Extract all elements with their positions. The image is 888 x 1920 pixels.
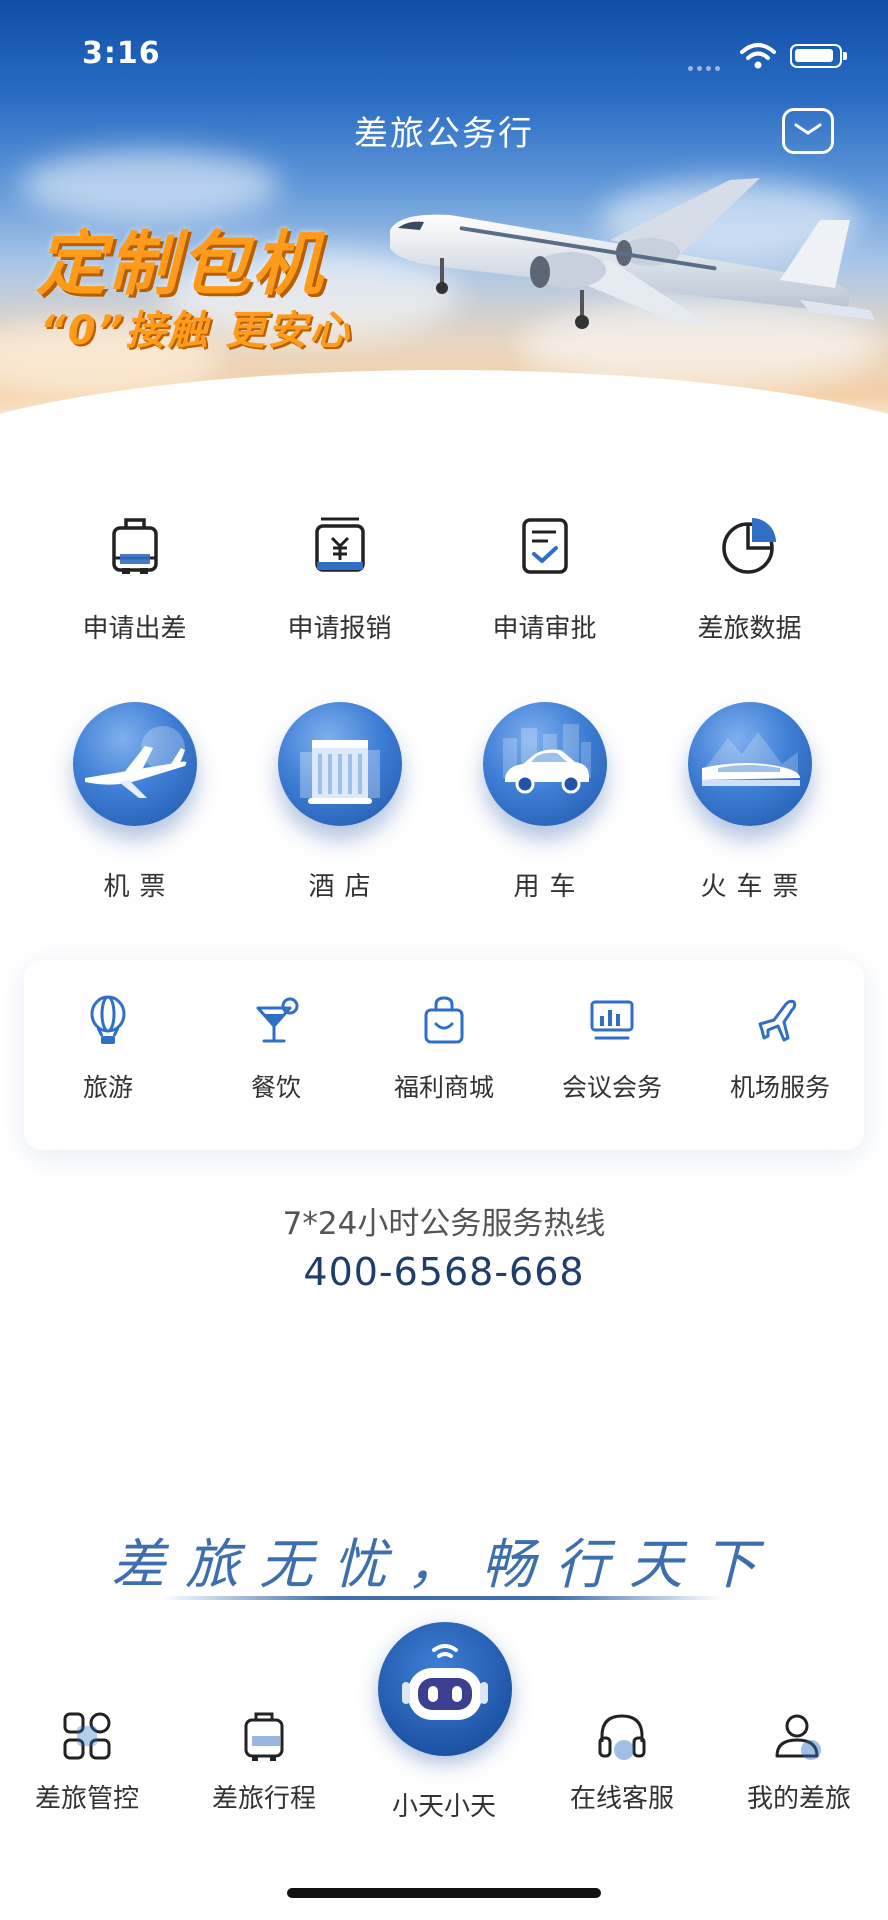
wifi-icon (740, 43, 776, 69)
home-indicator[interactable] (287, 1888, 601, 1898)
signal-icon (688, 56, 730, 71)
nav-label: 差旅管控 (34, 1784, 139, 1814)
extra-service-label: 餐饮 (250, 1073, 301, 1102)
plane-icon (758, 999, 797, 1042)
page-title: 差旅公务行 (354, 114, 534, 154)
airplane-icon (84, 726, 186, 798)
presentation-screen-icon (590, 1000, 634, 1040)
apply-approval-button[interactable]: 申请审批 (442, 510, 647, 645)
robot-assistant-icon (402, 1644, 488, 1720)
quick-action-label: 申请报销 (287, 614, 392, 644)
service-hotel[interactable]: 酒店 (237, 702, 442, 903)
quick-action-label: 申请审批 (492, 614, 597, 644)
service-label: 机票 (103, 872, 176, 902)
nav-assistant-button[interactable] (378, 1622, 512, 1756)
service-conference[interactable]: 会议会务 (528, 994, 696, 1104)
mail-icon (794, 123, 822, 135)
slogan: 差旅无忧，畅行天下 (111, 1533, 777, 1596)
nav-label: 在线客服 (569, 1784, 674, 1814)
main-services: 机票 酒店 用车 火车票 (0, 702, 888, 903)
train-icon (701, 732, 800, 786)
quick-actions: 申请出差 申请报销 申请审批 差旅数据 (0, 510, 888, 645)
hot-air-balloon-icon (90, 995, 126, 1044)
nav-assistant-label: 小天小天 (391, 1792, 496, 1822)
approval-doc-icon (521, 518, 568, 574)
airplane-illustration (390, 178, 875, 329)
message-button[interactable] (782, 108, 834, 154)
status-time: 3:16 (82, 36, 161, 71)
service-dining[interactable]: 餐饮 (192, 994, 360, 1104)
suitcase-icon (111, 518, 158, 574)
user-icon (775, 1714, 821, 1760)
pie-chart-icon (721, 518, 776, 574)
slogan-underline (162, 1596, 722, 1600)
nav-travel-control[interactable]: 差旅管控 (12, 1706, 162, 1815)
yuan-receipt-icon (314, 517, 365, 572)
apply-trip-button[interactable]: 申请出差 (32, 510, 237, 645)
travel-data-button[interactable]: 差旅数据 (647, 510, 852, 645)
apply-reimbursement-button[interactable]: 申请报销 (237, 510, 442, 645)
service-label: 酒店 (308, 872, 381, 902)
service-car[interactable]: 用车 (442, 702, 647, 903)
service-airport[interactable]: 机场服务 (696, 994, 864, 1104)
service-welfare-mall[interactable]: 福利商城 (360, 994, 528, 1104)
hotel-icon (299, 740, 380, 804)
banner-subline: “0”接触 更安心 (40, 308, 352, 354)
quick-action-label: 差旅数据 (697, 614, 802, 644)
grid-icon (63, 1712, 111, 1760)
service-label: 用车 (513, 872, 586, 902)
extra-service-label: 会议会务 (561, 1073, 662, 1102)
nav-online-service[interactable]: 在线客服 (547, 1706, 697, 1815)
service-tourism[interactable]: 旅游 (24, 994, 192, 1104)
quick-action-label: 申请出差 (82, 614, 187, 644)
luggage-icon (244, 1712, 284, 1761)
service-flight[interactable]: 机票 (32, 702, 237, 903)
service-train[interactable]: 火车票 (647, 702, 852, 903)
nav-label: 我的差旅 (746, 1784, 851, 1814)
service-label: 火车票 (700, 872, 809, 902)
nav-label: 差旅行程 (211, 1784, 316, 1814)
extra-service-label: 福利商城 (393, 1073, 494, 1102)
hotline-number[interactable]: 400-6568-668 (0, 1250, 888, 1294)
shopping-bag-icon (424, 996, 464, 1044)
nav-itinerary[interactable]: 差旅行程 (189, 1706, 339, 1815)
cocktail-icon (256, 997, 299, 1043)
extra-service-label: 旅游 (82, 1073, 133, 1102)
banner-headline: 定制包机 (36, 223, 324, 305)
nav-my-travel[interactable]: 我的差旅 (724, 1706, 874, 1815)
hotline-title: 7*24小时公务服务热线 (282, 1206, 606, 1242)
extra-services-card: 旅游 餐饮 福利商城 会议会务 机场服务 (24, 960, 864, 1150)
car-icon (502, 724, 591, 794)
battery-icon (790, 44, 847, 68)
extra-service-label: 机场服务 (729, 1073, 830, 1102)
headset-icon (598, 1714, 646, 1760)
